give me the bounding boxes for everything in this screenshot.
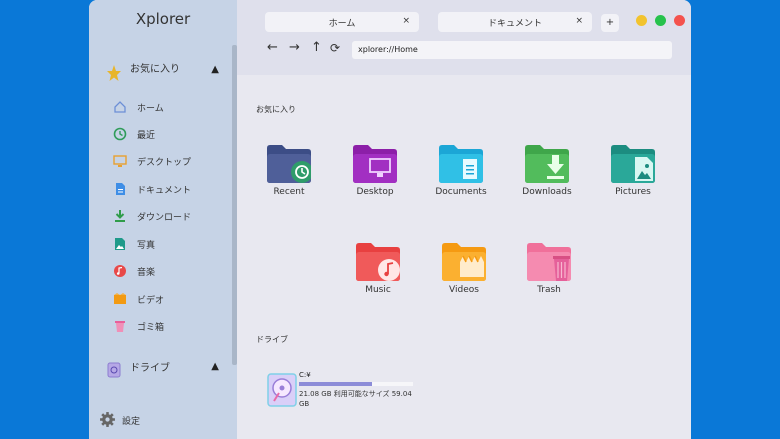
back-button[interactable]: ← [267, 40, 278, 55]
folder-downloads[interactable]: Downloads [507, 145, 587, 215]
trash-folder-icon [527, 243, 571, 281]
sidebar-item-label: ビデオ [137, 296, 165, 306]
sidebar-item-label: ゴミ箱 [137, 323, 165, 333]
folder-recent[interactable]: Recent [249, 145, 329, 215]
videos-folder-icon [442, 243, 486, 281]
tab-label: ホーム [328, 19, 356, 29]
folder-videos[interactable]: Videos [424, 243, 504, 313]
sidebar-item-pictures[interactable]: 写真 [113, 235, 223, 253]
folder-label: Recent [273, 187, 305, 197]
folder-music[interactable]: Music [338, 243, 418, 313]
sidebar-item-home[interactable]: ホーム [113, 98, 223, 116]
new-tab-button[interactable]: + [601, 14, 619, 32]
folder-label: Documents [435, 187, 487, 197]
favorites-section-header[interactable]: お気に入り ▲ [107, 62, 219, 86]
folder-label: Videos [449, 285, 479, 295]
drive-c[interactable]: C:¥ 21.08 GB 利用可能なサイズ 59.04 GB [267, 371, 427, 411]
drives-section-label: ドライブ [130, 363, 170, 374]
close-window-button[interactable] [674, 15, 685, 26]
drive-usage-fill [299, 382, 372, 386]
sidebar-item-music[interactable]: 音楽 [113, 262, 223, 280]
folder-label: Trash [537, 285, 561, 295]
address-bar[interactable]: xplorer://Home [352, 41, 672, 59]
main-content: お気に入り Recent Desktop Documents Downloads… [237, 75, 691, 439]
settings-button[interactable]: 設定 [99, 410, 199, 430]
documents-folder-icon [439, 145, 483, 183]
hard-drive-icon [267, 373, 297, 407]
drive-usage-bar [299, 382, 413, 386]
home-icon [114, 101, 126, 113]
folder-desktop[interactable]: Desktop [335, 145, 415, 215]
video-icon [114, 293, 126, 304]
document-icon [116, 183, 125, 195]
favorites-heading: お気に入り [256, 105, 296, 114]
music-folder-icon [356, 243, 400, 281]
close-tab-icon[interactable]: × [575, 16, 583, 26]
favorites-section-label: お気に入り [130, 64, 180, 75]
tab-documents[interactable]: ドキュメント × [438, 12, 592, 32]
desktop-icon [113, 155, 127, 167]
drive-info: 21.08 GB 利用可能なサイズ 59.04 GB [299, 390, 412, 408]
sidebar-item-desktop[interactable]: デスクトップ [113, 152, 223, 170]
address-value: xplorer://Home [358, 45, 418, 54]
desktop-folder-icon [353, 145, 397, 183]
collapse-drives-icon[interactable]: ▲ [211, 361, 219, 372]
recent-icon [113, 127, 127, 141]
sidebar-item-label: ドキュメント [137, 186, 192, 196]
sidebar-item-documents[interactable]: ドキュメント [113, 180, 223, 198]
sidebar-item-label: ダウンロード [137, 213, 192, 223]
sidebar-item-label: ホーム [137, 104, 164, 114]
folder-label: Downloads [522, 187, 572, 197]
sidebar-item-trash[interactable]: ゴミ箱 [113, 317, 223, 335]
drives-heading: ドライブ [256, 335, 288, 344]
sidebar-item-downloads[interactable]: ダウンロード [113, 207, 223, 225]
tab-home[interactable]: ホーム × [265, 12, 419, 32]
download-icon [115, 210, 125, 222]
downloads-folder-icon [525, 145, 569, 183]
topbar: ホーム × ドキュメント × + ← → ↑ ⟳ xplorer://Home [237, 0, 691, 75]
pictures-folder-icon [611, 145, 655, 183]
tab-label: ドキュメント [487, 19, 542, 29]
close-tab-icon[interactable]: × [402, 16, 410, 26]
settings-label: 設定 [122, 417, 141, 427]
app-window: Xplorer お気に入り ▲ ホーム 最近 デスクトップ ドキュメント ダウン… [89, 0, 691, 439]
folder-label: Pictures [615, 187, 651, 197]
refresh-button[interactable]: ⟳ [330, 41, 340, 55]
sidebar: Xplorer お気に入り ▲ ホーム 最近 デスクトップ ドキュメント ダウン… [89, 0, 237, 439]
minimize-button[interactable] [636, 15, 647, 26]
drives-section-header[interactable]: ドライブ ▲ [107, 359, 219, 383]
sidebar-item-label: 写真 [137, 241, 156, 251]
collapse-favorites-icon[interactable]: ▲ [211, 64, 219, 75]
sidebar-item-recent[interactable]: 最近 [113, 125, 223, 143]
folder-documents[interactable]: Documents [421, 145, 501, 215]
drive-icon [107, 362, 121, 378]
sidebar-item-label: 最近 [137, 131, 156, 141]
sidebar-item-label: 音楽 [137, 268, 156, 278]
sidebar-item-label: デスクトップ [137, 158, 192, 168]
folder-label: Music [365, 285, 391, 295]
forward-button[interactable]: → [289, 40, 300, 55]
star-icon [107, 65, 121, 81]
gear-icon [100, 412, 115, 427]
up-button[interactable]: ↑ [311, 40, 322, 55]
drive-name: C:¥ [299, 371, 311, 379]
app-title: Xplorer [135, 10, 191, 28]
picture-icon [115, 238, 125, 250]
folder-label: Desktop [356, 187, 394, 197]
music-icon [114, 265, 126, 277]
maximize-button[interactable] [655, 15, 666, 26]
recent-folder-icon [267, 145, 311, 183]
folder-trash[interactable]: Trash [509, 243, 589, 313]
trash-icon [115, 321, 125, 332]
sidebar-item-videos[interactable]: ビデオ [113, 290, 223, 308]
folder-pictures[interactable]: Pictures [593, 145, 673, 215]
